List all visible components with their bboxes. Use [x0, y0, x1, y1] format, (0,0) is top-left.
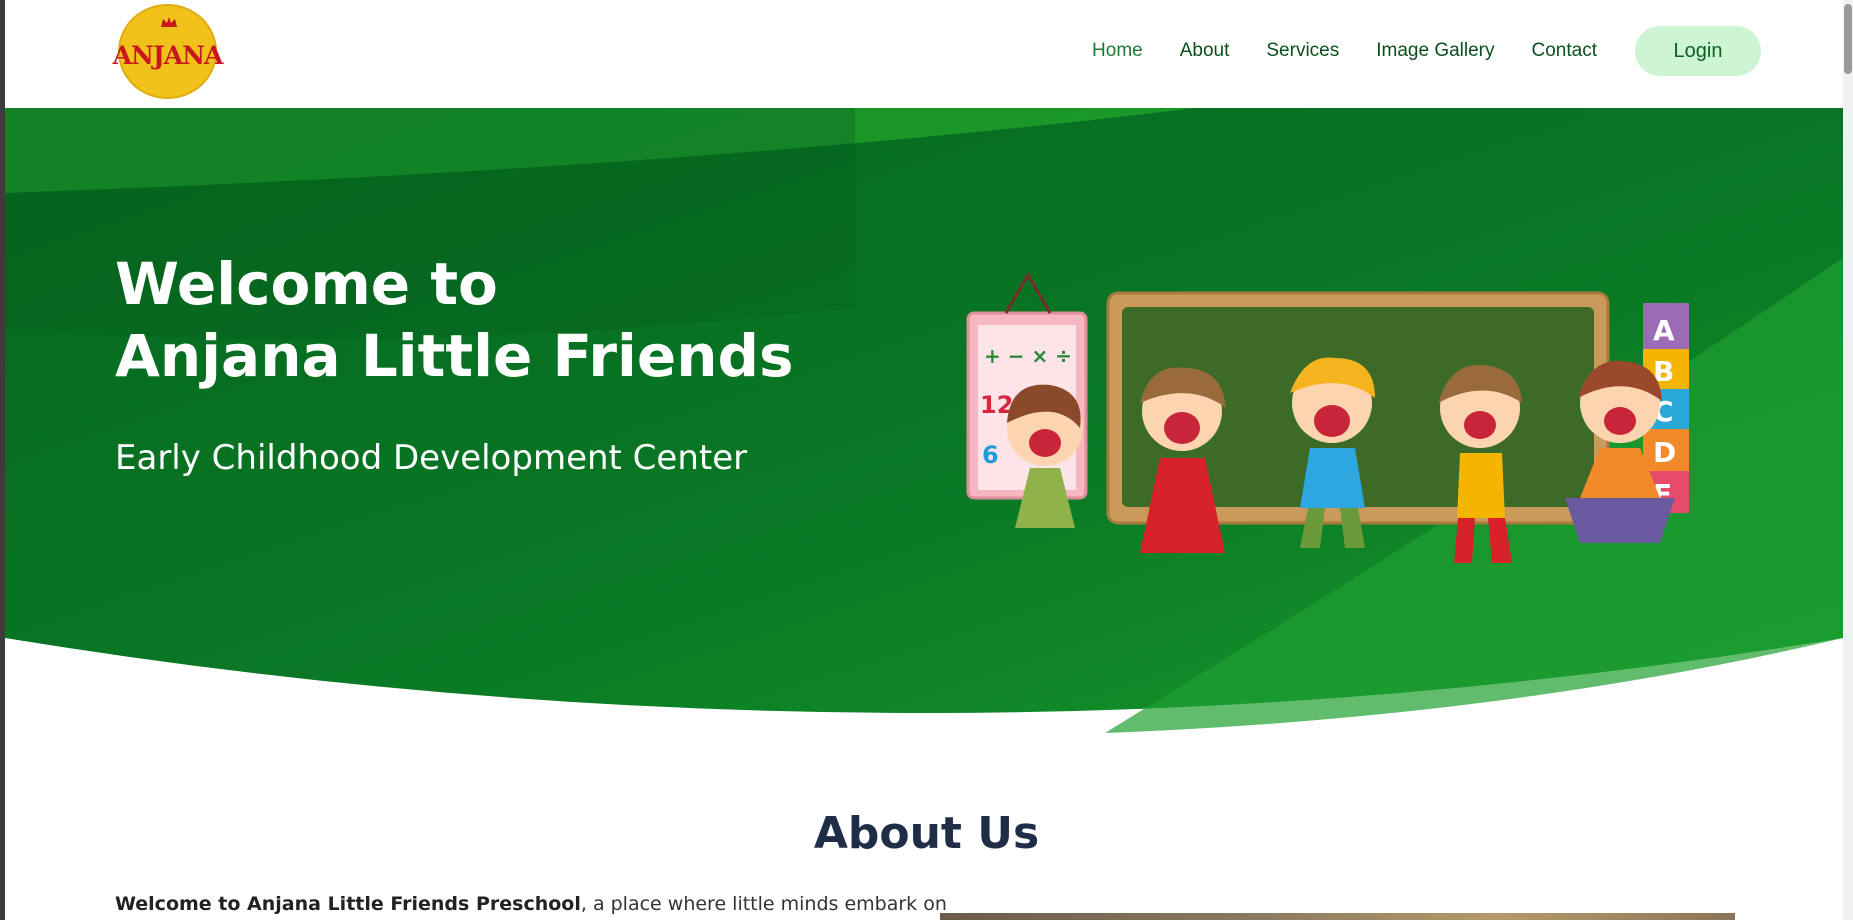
login-button[interactable]: Login [1635, 26, 1761, 76]
svg-text:D: D [1653, 436, 1676, 469]
about-intro: Welcome to Anjana Little Friends Prescho… [115, 893, 947, 915]
logo-text: ANJANA [112, 41, 224, 70]
svg-text:6: 6 [982, 441, 999, 469]
nav-image-gallery[interactable]: Image Gallery [1376, 40, 1494, 62]
about-intro-bold: Welcome to Anjana Little Friends Prescho… [115, 893, 581, 915]
hero-subtitle: Early Childhood Development Center [115, 438, 748, 478]
hero-banner: + − × ÷ 12345 6 A B C D E [5, 108, 1843, 738]
nav-about[interactable]: About [1180, 40, 1230, 62]
scrollbar-thumb[interactable] [1844, 4, 1852, 74]
svg-text:+ − × ÷: + − × ÷ [984, 344, 1072, 368]
hero-title: Welcome to Anjana Little Friends [115, 248, 794, 392]
about-intro-rest: , a place where little minds embark on [580, 893, 947, 915]
main-nav: Home About Services Image Gallery Contac… [1055, 26, 1761, 76]
scrollbar[interactable] [1843, 0, 1853, 920]
site-header: ANJANA Home About Services Image Gallery… [5, 0, 1843, 108]
about-title: About Us [813, 808, 1040, 859]
about-photo [940, 913, 1735, 920]
nav-services[interactable]: Services [1266, 40, 1339, 62]
hero-title-line-2: Anjana Little Friends [115, 322, 794, 390]
nav-contact[interactable]: Contact [1532, 40, 1597, 62]
kids-illustration: + − × ÷ 12345 6 A B C D E [966, 272, 1689, 563]
site-logo[interactable]: ANJANA [113, 4, 223, 99]
crown-icon [161, 17, 177, 27]
hero-title-line-1: Welcome to [115, 250, 498, 318]
nav-home[interactable]: Home [1092, 40, 1143, 62]
svg-text:A: A [1653, 314, 1675, 347]
